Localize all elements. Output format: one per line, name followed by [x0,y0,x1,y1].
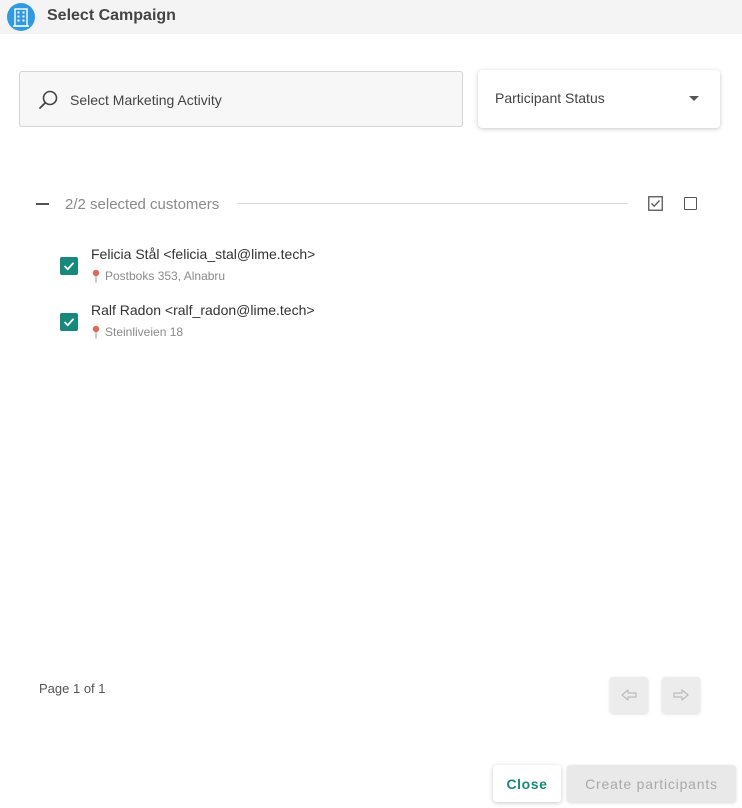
deselect-all-icon[interactable] [684,197,697,210]
select-all-icon[interactable] [648,196,663,211]
search-icon [39,90,58,109]
customer-checkbox[interactable] [60,313,78,331]
customer-checkbox[interactable] [60,257,78,275]
location-pin-icon [92,269,100,283]
customer-name: Felicia Stål <felicia_stal@lime.tech> [91,246,316,262]
previous-page-button[interactable] [610,677,648,713]
dialog-title: Select Campaign [47,7,176,24]
participant-status-label: Participant Status [495,90,605,106]
customer-address: Steinliveien 18 [91,325,183,339]
marketing-activity-search[interactable] [19,71,463,127]
customer-address-text: Postboks 353, Alnabru [105,269,226,283]
customer-list-item: Ralf Radon <ralf_radon@lime.tech> Steinl… [60,300,660,344]
page-indicator: Page 1 of 1 [39,681,106,696]
location-pin-icon [92,325,100,339]
create-participants-button[interactable]: Create participants [567,765,736,802]
dropdown-caret-icon [689,96,699,101]
arrow-left-icon [621,689,637,701]
customer-group-header: 2/2 selected customers [30,192,710,216]
search-input[interactable] [70,89,450,111]
building-icon [7,3,35,31]
dialog-header: Select Campaign [0,0,742,34]
close-button[interactable]: Close [493,765,561,802]
collapse-icon[interactable] [36,203,49,205]
participant-status-select[interactable]: Participant Status [478,70,720,128]
next-page-button[interactable] [662,677,700,713]
customer-name: Ralf Radon <ralf_radon@lime.tech> [91,302,315,318]
group-label: 2/2 selected customers [65,196,220,213]
customer-address: Postboks 353, Alnabru [91,269,225,283]
customer-address-text: Steinliveien 18 [105,325,184,339]
arrow-right-icon [673,689,689,701]
group-divider [237,203,628,204]
customer-list-item: Felicia Stål <felicia_stal@lime.tech> Po… [60,244,660,288]
